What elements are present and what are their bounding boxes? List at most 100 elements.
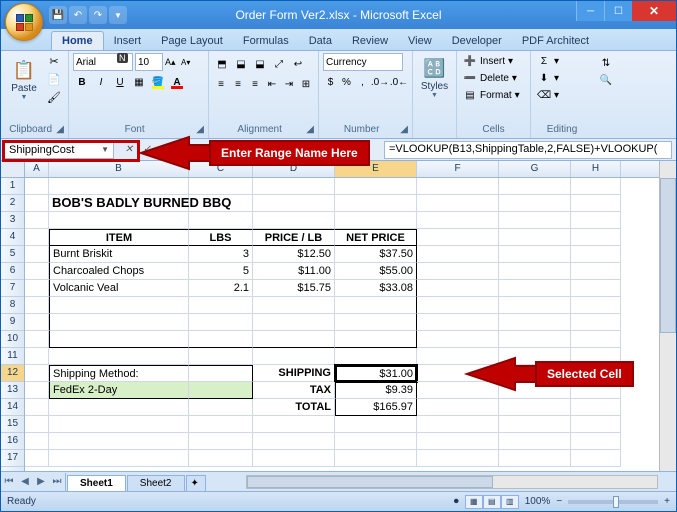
undo-icon[interactable]: ↶ bbox=[69, 6, 87, 24]
clipboard-launcher-icon[interactable]: ◢ bbox=[56, 124, 64, 135]
tab-nav-prev-icon[interactable]: ◀ bbox=[17, 473, 33, 491]
page-layout-view-icon[interactable]: ▤ bbox=[483, 495, 501, 509]
align-middle-icon[interactable]: ⬓ bbox=[232, 55, 250, 73]
row-header[interactable]: 9 bbox=[1, 314, 24, 331]
qat-dropdown-icon[interactable]: ▼ bbox=[109, 6, 127, 24]
copy-icon[interactable]: 📄 bbox=[45, 71, 63, 87]
accounting-format-icon[interactable]: $ bbox=[323, 73, 338, 91]
col-header-a[interactable]: A bbox=[25, 161, 49, 177]
tab-view[interactable]: View bbox=[398, 32, 442, 50]
row-header[interactable]: 14 bbox=[1, 399, 24, 416]
increase-indent-icon[interactable]: ⇥ bbox=[281, 75, 297, 93]
table-cell[interactable]: Volcanic Veal bbox=[49, 280, 189, 297]
merge-center-icon[interactable]: ⊞ bbox=[298, 75, 314, 93]
increase-decimal-icon[interactable]: .0→ bbox=[371, 73, 389, 91]
decrease-indent-icon[interactable]: ⇤ bbox=[264, 75, 280, 93]
scrollbar-thumb[interactable] bbox=[247, 476, 493, 488]
redo-icon[interactable]: ↷ bbox=[89, 6, 107, 24]
shipping-method-value[interactable]: FedEx 2-Day bbox=[49, 382, 189, 399]
table-cell[interactable]: $55.00 bbox=[335, 263, 417, 280]
table-cell[interactable]: Charcoaled Chops bbox=[49, 263, 189, 280]
tax-value[interactable]: $9.39 bbox=[335, 382, 417, 399]
italic-button[interactable]: I bbox=[92, 73, 110, 91]
paste-button[interactable]: 📋 Paste ▼ bbox=[5, 53, 43, 105]
row-header[interactable]: 1 bbox=[1, 178, 24, 195]
row-header[interactable]: 17 bbox=[1, 450, 24, 467]
page-break-view-icon[interactable]: ▥ bbox=[501, 495, 519, 509]
zoom-slider[interactable] bbox=[568, 500, 658, 504]
row-header[interactable]: 7 bbox=[1, 280, 24, 297]
wrap-text-icon[interactable]: ↩ bbox=[289, 55, 307, 73]
percent-format-icon[interactable]: % bbox=[339, 73, 354, 91]
maximize-button[interactable]: ☐ bbox=[604, 1, 632, 21]
clear-button[interactable]: ⌫▾ bbox=[535, 87, 589, 103]
row-header[interactable]: 16 bbox=[1, 433, 24, 450]
close-button[interactable]: ✕ bbox=[632, 1, 676, 21]
font-color-button[interactable]: A bbox=[168, 73, 186, 91]
sheet-tab-2[interactable]: Sheet2 bbox=[127, 475, 185, 491]
insert-cells-button[interactable]: ➕Insert ▾ bbox=[461, 53, 526, 69]
font-size-select[interactable] bbox=[135, 53, 163, 71]
scrollbar-thumb[interactable] bbox=[660, 178, 676, 333]
shipping-label[interactable]: SHIPPING bbox=[253, 365, 335, 382]
tab-page-layout[interactable]: Page Layout bbox=[151, 32, 233, 50]
table-cell[interactable]: Burnt Briskit bbox=[49, 246, 189, 263]
tab-developer[interactable]: Developer bbox=[442, 32, 512, 50]
vertical-scrollbar[interactable] bbox=[659, 161, 676, 471]
name-box-dropdown-icon[interactable]: ▼ bbox=[101, 145, 109, 154]
office-button[interactable] bbox=[5, 3, 43, 41]
zoom-slider-thumb[interactable] bbox=[613, 496, 619, 508]
number-format-select[interactable] bbox=[323, 53, 403, 71]
minimize-button[interactable]: ─ bbox=[576, 1, 604, 21]
border-button[interactable]: ▦ bbox=[130, 73, 148, 91]
tab-data[interactable]: Data bbox=[299, 32, 342, 50]
cut-icon[interactable]: ✂ bbox=[45, 53, 63, 69]
horizontal-scrollbar[interactable] bbox=[246, 475, 659, 489]
cells-grid[interactable]: BOB'S BADLY BURNED BBQ ITEM LBS PRICE / … bbox=[25, 178, 676, 471]
table-cell[interactable]: 5 bbox=[189, 263, 253, 280]
macro-record-icon[interactable]: ⏺ bbox=[454, 496, 459, 507]
orientation-icon[interactable]: ⤢ bbox=[270, 55, 288, 73]
styles-button[interactable]: 🔠 Styles ▼ bbox=[417, 53, 452, 101]
format-cells-button[interactable]: ▤Format ▾ bbox=[461, 87, 526, 103]
tab-nav-next-icon[interactable]: ▶ bbox=[33, 473, 49, 491]
col-header-d[interactable]: D bbox=[253, 161, 335, 177]
zoom-level[interactable]: 100% bbox=[525, 496, 551, 507]
row-header[interactable]: 12 bbox=[1, 365, 24, 382]
row-header[interactable]: 8 bbox=[1, 297, 24, 314]
row-header[interactable]: 6 bbox=[1, 263, 24, 280]
number-launcher-icon[interactable]: ◢ bbox=[400, 124, 408, 135]
select-all-corner[interactable] bbox=[1, 161, 25, 177]
new-sheet-icon[interactable]: ✦ bbox=[186, 475, 206, 491]
table-cell[interactable]: $33.08 bbox=[335, 280, 417, 297]
tab-nav-last-icon[interactable]: ⏭ bbox=[49, 473, 65, 491]
fill-color-button[interactable]: 🪣 bbox=[149, 73, 167, 91]
table-cell[interactable]: $11.00 bbox=[253, 263, 335, 280]
total-label[interactable]: TOTAL bbox=[253, 399, 335, 416]
row-header[interactable]: 10 bbox=[1, 331, 24, 348]
col-header-c[interactable]: C bbox=[189, 161, 253, 177]
row-header[interactable]: 13 bbox=[1, 382, 24, 399]
tab-pdf[interactable]: PDF Architect bbox=[512, 32, 599, 50]
bold-button[interactable]: B bbox=[73, 73, 91, 91]
shipping-value-selected[interactable]: $31.00 bbox=[335, 365, 417, 382]
header-net[interactable]: NET PRICE bbox=[335, 229, 417, 246]
row-header[interactable]: 11 bbox=[1, 348, 24, 365]
zoom-out-icon[interactable]: − bbox=[556, 496, 562, 507]
autosum-button[interactable]: Σ▾ bbox=[535, 53, 589, 69]
enter-formula-icon[interactable]: ✓ bbox=[138, 141, 156, 159]
sheet-tab-1[interactable]: Sheet1 bbox=[67, 475, 126, 491]
col-header-f[interactable]: F bbox=[417, 161, 499, 177]
col-header-h[interactable]: H bbox=[571, 161, 621, 177]
table-cell[interactable]: $37.50 bbox=[335, 246, 417, 263]
tab-insert[interactable]: Insert bbox=[104, 32, 152, 50]
sheet-title[interactable]: BOB'S BADLY BURNED BBQ bbox=[49, 195, 189, 212]
table-cell[interactable]: $15.75 bbox=[253, 280, 335, 297]
align-left-icon[interactable]: ≡ bbox=[213, 75, 229, 93]
shipping-method-label[interactable]: Shipping Method: bbox=[49, 365, 189, 382]
tab-nav-first-icon[interactable]: ⏮ bbox=[1, 473, 17, 491]
tab-review[interactable]: Review bbox=[342, 32, 398, 50]
table-cell[interactable]: $12.50 bbox=[253, 246, 335, 263]
name-box[interactable]: ShippingCost ▼ bbox=[4, 141, 114, 159]
tax-label[interactable]: TAX bbox=[253, 382, 335, 399]
